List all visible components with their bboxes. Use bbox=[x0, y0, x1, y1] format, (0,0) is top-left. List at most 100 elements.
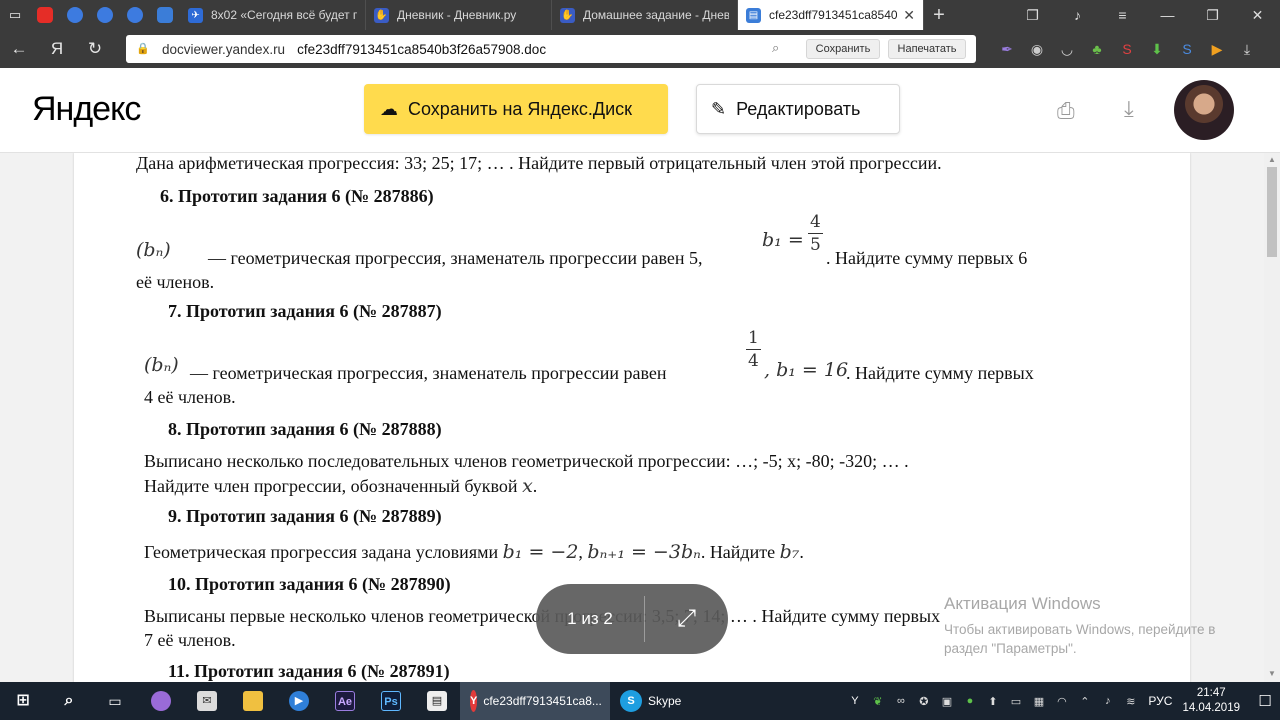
restore-icon[interactable]: ❐ bbox=[1190, 0, 1235, 30]
back-icon[interactable]: ← bbox=[0, 39, 38, 59]
avatar[interactable] bbox=[1174, 80, 1234, 140]
pinned-tab-3[interactable] bbox=[120, 0, 150, 30]
tray-link-icon[interactable]: ∞ bbox=[889, 695, 912, 707]
tab-title: Дневник - Дневник.ру bbox=[397, 8, 517, 22]
tray-wifi-icon[interactable]: ≋ bbox=[1119, 695, 1142, 708]
vertical-scrollbar[interactable]: ▲ ▼ bbox=[1264, 153, 1280, 683]
tab-series[interactable]: ✈ 8x02 «Сегодня всё будет п bbox=[180, 0, 366, 30]
notification-center-icon[interactable]: ☐ bbox=[1250, 692, 1280, 710]
bookmarks-icon[interactable]: ❐ bbox=[1010, 0, 1055, 30]
omnibox[interactable]: 🔒 docviewer.yandex.ru cfe23dff7913451ca8… bbox=[126, 35, 976, 63]
logo-text: Яндекс bbox=[32, 90, 141, 128]
pinned-tab-4[interactable] bbox=[150, 0, 180, 30]
search-icon[interactable]: ⌕ bbox=[772, 40, 779, 56]
extension-badge-icon[interactable]: ♣ bbox=[1082, 39, 1112, 59]
watermark-line2: Чтобы активировать Windows, перейдите в bbox=[944, 622, 1216, 637]
photoshop-icon[interactable]: Ps bbox=[368, 682, 414, 720]
address-bar-row: ← Я ↻ 🔒 docviewer.yandex.ru cfe23dff7913… bbox=[0, 30, 1280, 68]
pinned-tab-2[interactable] bbox=[90, 0, 120, 30]
math-b1: , b₁ = 16 bbox=[764, 359, 849, 381]
save-to-disk-button[interactable]: ☁ Сохранить на Яндекс.Диск bbox=[364, 84, 668, 134]
tray-yandex-icon[interactable]: Y bbox=[843, 695, 866, 707]
taskbar-app-skype[interactable]: S Skype bbox=[610, 682, 691, 720]
watermark-line3: раздел "Параметры". bbox=[944, 641, 1077, 656]
save-page-button[interactable]: Сохранить bbox=[806, 39, 880, 59]
download-icon[interactable]: ⤓ bbox=[1124, 96, 1146, 121]
yandex-home-icon[interactable]: Я bbox=[38, 39, 76, 59]
search-icon[interactable]: ⌕ bbox=[46, 682, 92, 720]
page-count-label: 1 из 2 bbox=[567, 609, 613, 628]
scrollbar-thumb[interactable] bbox=[1267, 167, 1277, 257]
tab-title: cfe23dff7913451ca8540b bbox=[769, 8, 898, 22]
notifications-icon[interactable]: ♪ bbox=[1055, 0, 1100, 30]
fraction-numerator: 1 bbox=[746, 328, 761, 350]
tab-homework[interactable]: ✋ Домашнее задание - Днев bbox=[552, 0, 738, 30]
app-icon-purple[interactable] bbox=[138, 682, 184, 720]
tabs-panel-icon[interactable]: ▭ bbox=[0, 0, 30, 30]
clock[interactable]: 21:47 14.04.2019 bbox=[1182, 686, 1240, 716]
download-helper-icon[interactable]: ⬇ bbox=[1142, 39, 1172, 59]
taskbar-app-browser[interactable]: Y cfe23dff7913451ca8... bbox=[460, 682, 610, 720]
fraction-denominator: 5 bbox=[810, 235, 821, 255]
start-button[interactable]: ⊞ bbox=[0, 682, 46, 720]
tray-box-icon[interactable]: ▣ bbox=[935, 695, 958, 708]
tray-grid-icon[interactable]: ▦ bbox=[1027, 695, 1050, 708]
pinned-tab-1[interactable] bbox=[60, 0, 90, 30]
task-10-line2: 7 её членов. bbox=[144, 630, 236, 650]
lightbulb-icon[interactable]: ◉ bbox=[1022, 39, 1052, 59]
task-7-tail: . Найдите сумму первых bbox=[846, 363, 1034, 383]
skype-icon: S bbox=[620, 690, 642, 712]
tray-upload-icon[interactable]: ⬆ bbox=[981, 695, 1004, 708]
task-8-heading-text: 8. Прототип задания 6 (№ 287888) bbox=[168, 419, 442, 439]
task-8-dot: . bbox=[532, 476, 538, 496]
fullscreen-icon[interactable]: ⤢ bbox=[645, 605, 728, 633]
tray-network-icon[interactable]: ◠ bbox=[1050, 695, 1073, 708]
task-view-icon[interactable]: ▭ bbox=[92, 682, 138, 720]
url-path: cfe23dff7913451ca8540b3f26a57908.doc bbox=[297, 41, 547, 57]
pinned-tab-youtube[interactable] bbox=[30, 0, 60, 30]
task-6-heading: 6. Прототип задания 6 (№ 287886) bbox=[160, 186, 434, 207]
reload-icon[interactable]: ↻ bbox=[76, 39, 114, 59]
play-icon[interactable]: ▶ bbox=[1202, 39, 1232, 59]
skype-ext-icon[interactable]: S bbox=[1172, 39, 1202, 59]
yandex-logo[interactable]: Яндекс bbox=[32, 90, 141, 129]
task-7-line2: 4 её членов. bbox=[144, 387, 236, 407]
minimize-icon[interactable]: — bbox=[1145, 0, 1190, 30]
explorer-icon[interactable] bbox=[230, 682, 276, 720]
feather-icon[interactable]: ✒ bbox=[992, 39, 1022, 59]
savefrom-icon[interactable]: S bbox=[1112, 39, 1142, 59]
tab-close-icon[interactable]: ✕ bbox=[903, 7, 915, 24]
menu-icon[interactable]: ≡ bbox=[1100, 0, 1145, 30]
pocket-icon[interactable]: ◡ bbox=[1052, 39, 1082, 59]
extension-icons: ✒ ◉ ◡ ♣ S ⬇ S ▶ ⤓ bbox=[992, 30, 1262, 68]
media-player-icon[interactable]: ▶ bbox=[276, 682, 322, 720]
tray-chevron-icon[interactable]: ⌃ bbox=[1073, 695, 1096, 708]
tab-favicon-icon: ✋ bbox=[374, 7, 389, 23]
tab-dnevnik[interactable]: ✋ Дневник - Дневник.ру bbox=[366, 0, 552, 30]
math-bn: (bₙ) bbox=[144, 354, 179, 376]
print-icon[interactable]: ⎙ bbox=[1057, 98, 1081, 123]
tray-leaf-icon[interactable]: ❦ bbox=[866, 695, 889, 708]
tab-favicon-icon: ✋ bbox=[560, 7, 575, 23]
task-9-tail: . Найдите bbox=[700, 542, 776, 562]
scroll-up-icon[interactable]: ▲ bbox=[1267, 155, 1277, 165]
windows-taskbar: ⊞ ⌕ ▭ ✉ ▶ Ae Ps ▤ Y cfe23dff7913451ca8..… bbox=[0, 682, 1280, 720]
watermark-title: Активация Windows bbox=[944, 594, 1101, 613]
task-6-text: — геометрическая прогрессия, знаменатель… bbox=[208, 248, 703, 268]
math-bn: (bₙ) bbox=[136, 239, 171, 261]
after-effects-icon[interactable]: Ae bbox=[322, 682, 368, 720]
tray-monitor-icon[interactable]: ▭ bbox=[1004, 695, 1027, 708]
tab-document-active[interactable]: ▤ cfe23dff7913451ca8540b ✕ bbox=[738, 0, 924, 30]
tray-volume-icon[interactable]: ♪ bbox=[1096, 695, 1119, 707]
scroll-down-icon[interactable]: ▼ bbox=[1267, 669, 1277, 679]
language-indicator[interactable]: РУС bbox=[1148, 694, 1172, 708]
mail-icon[interactable]: ✉ bbox=[184, 682, 230, 720]
close-window-icon[interactable]: ✕ bbox=[1235, 0, 1280, 30]
print-page-button[interactable]: Напечатать bbox=[888, 39, 966, 59]
new-tab-button[interactable]: + bbox=[924, 0, 954, 30]
tray-green-icon[interactable]: ● bbox=[958, 695, 981, 707]
film-app-icon[interactable]: ▤ bbox=[414, 682, 460, 720]
edit-button[interactable]: ✎ Редактировать bbox=[696, 84, 900, 134]
browser-downloads-icon[interactable]: ⤓ bbox=[1232, 39, 1262, 59]
tray-gear-icon[interactable]: ✪ bbox=[912, 695, 935, 708]
